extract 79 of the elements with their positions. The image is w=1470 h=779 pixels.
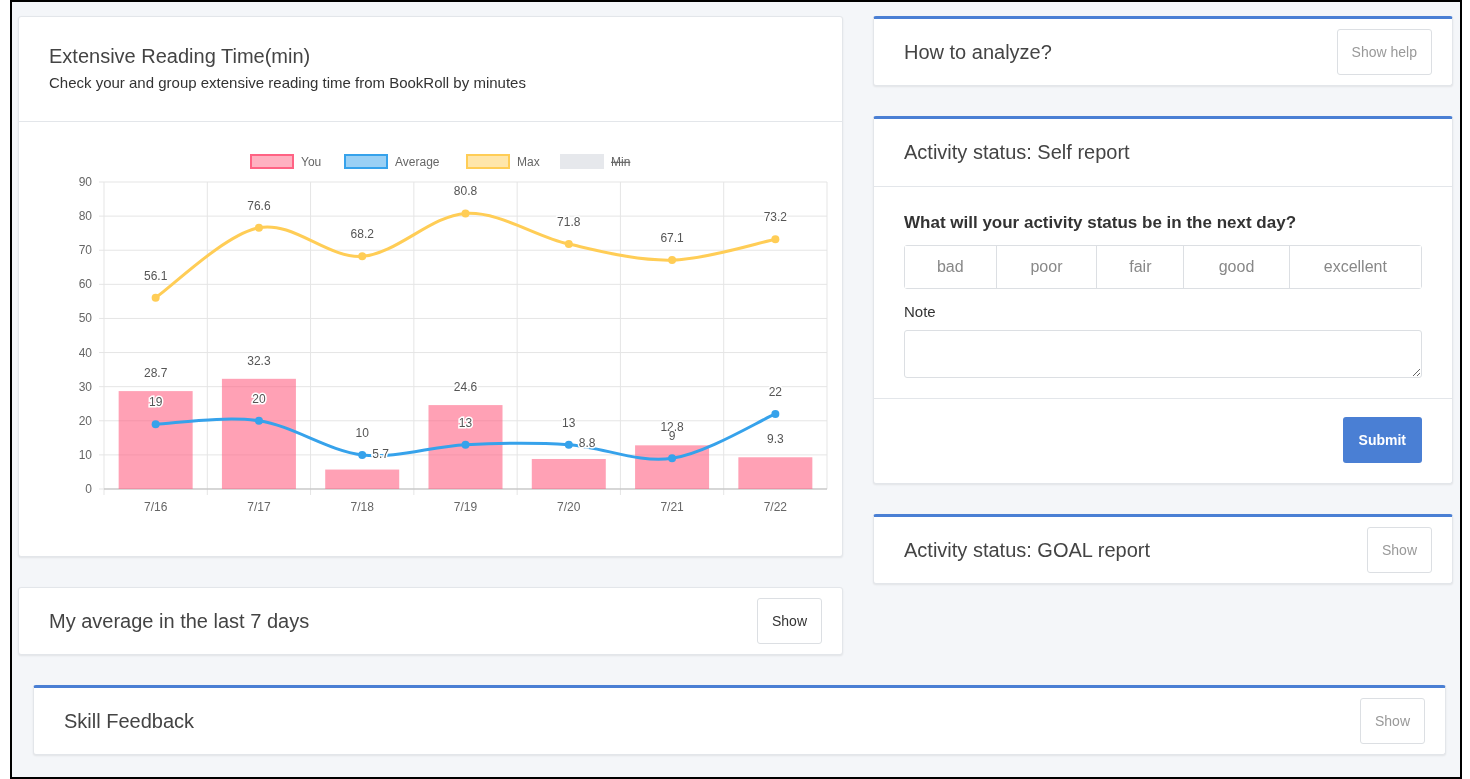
data-point[interactable] [668,256,677,265]
axis-tick-label: 80 [78,209,92,224]
data-label: 32.3 [247,353,271,368]
legend-label[interactable]: Average [395,155,440,169]
data-label: 13 [458,415,473,430]
axis-tick-label: 20 [78,413,92,428]
data-label: 68.2 [350,227,374,242]
data-point[interactable] [461,440,470,449]
axis-tick-label: 50 [78,311,92,326]
data-label: 71.8 [557,215,581,230]
axis-tick-label: 70 [78,243,92,258]
question-text: What will your activity status be in the next day? [904,213,1298,233]
legend-label[interactable]: You [301,155,322,169]
data-point[interactable] [771,409,780,418]
axis-tick-label: 90 [78,175,92,189]
legend-swatch[interactable] [466,154,510,169]
legend-swatch[interactable] [344,154,388,169]
bar[interactable] [428,405,503,489]
show-button[interactable]: Show [756,598,822,644]
axis-tick-label: 7/22 [763,500,788,514]
axis-tick-label: 7/20 [557,500,581,514]
data-point[interactable] [151,293,160,302]
data-label: 67.1 [660,231,684,246]
axis-tick-label: 7/19 [453,500,478,514]
data-label: 13 [562,415,576,430]
bar[interactable] [738,457,813,489]
axis-tick-label: 7/17 [247,500,271,514]
bar[interactable] [325,469,400,489]
data-point[interactable] [668,454,677,463]
data-point[interactable] [254,416,263,425]
note-field[interactable] [904,330,1422,378]
data-label: 56.1 [143,268,168,283]
data-point[interactable] [151,420,160,429]
data-point[interactable] [564,440,573,449]
axis-tick-label: 7/16 [143,500,168,514]
data-label: 24.6 [453,380,478,395]
bar[interactable] [221,378,296,489]
show-button[interactable]: Show [1366,527,1432,573]
card-subtitle: Check your and group extensive reading time from BookRoll by minutes [49,74,527,91]
data-point[interactable] [564,240,573,249]
data-label: 19 [148,395,163,410]
data-point[interactable] [254,223,263,232]
data-point[interactable] [461,209,470,218]
card-title: How to analyze? [904,40,1052,64]
card-title: Activity status: Self report [904,141,1130,163]
data-point[interactable] [358,450,367,459]
legend-swatch[interactable] [250,154,294,169]
card-title: Skill Feedback [64,709,195,733]
data-label: 76.6 [247,198,271,213]
axis-tick-label: 0 [85,482,92,496]
submit-button[interactable]: Submit [1342,417,1422,463]
axis-tick-label: 30 [78,379,92,394]
axis-tick-label: 7/18 [350,500,374,514]
data-label: 28.7 [143,366,168,381]
data-label: 22 [768,384,783,399]
card-title: My average in the last 7 days [49,609,310,633]
data-label: 10 [355,425,369,440]
axis-tick-label: 40 [78,345,92,360]
bar[interactable] [531,459,606,489]
legend-label[interactable]: Max [517,155,540,169]
data-point[interactable] [771,235,780,244]
show-button[interactable]: Show [1359,698,1425,744]
field-label: Note [904,303,937,320]
data-label: 20 [252,391,266,406]
data-label: 73.2 [763,210,788,225]
card-title: Extensive Reading Time(min) [49,45,312,68]
axis-tick-label: 7/21 [660,500,684,514]
axis-tick-label: 10 [78,447,92,462]
data-label: 9.3 [767,432,784,447]
data-point[interactable] [358,252,367,261]
show-help-button[interactable]: Show help [1336,29,1432,75]
legend-label[interactable]: Min [611,155,631,169]
data-label: 5.7 [372,446,389,461]
axis-tick-label: 60 [78,277,92,292]
bar[interactable] [118,391,193,489]
rating-option[interactable]: excellent [1288,246,1421,288]
bar[interactable] [635,445,710,489]
card-title: Activity status: GOAL report [904,538,1150,562]
data-label: 80.8 [453,184,478,199]
